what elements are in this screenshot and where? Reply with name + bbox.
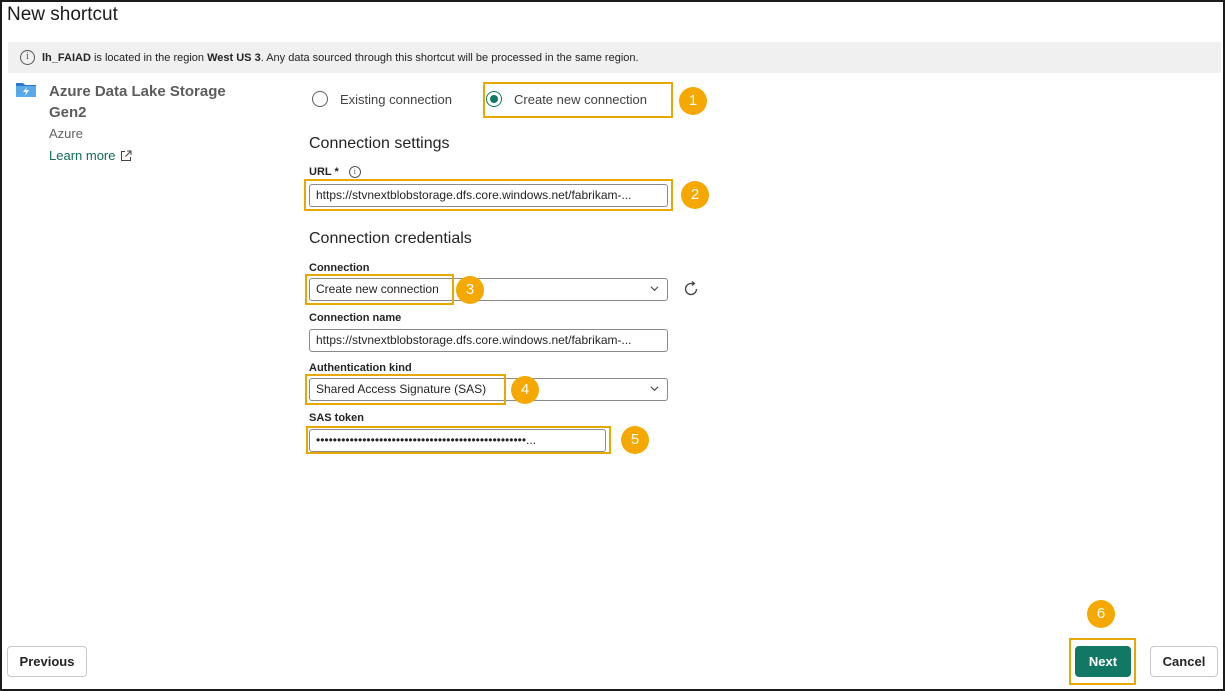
previous-button[interactable]: Previous: [7, 646, 87, 677]
region-info-banner: i lh_FAIAD is located in the region West…: [8, 42, 1221, 73]
dialog-title: New shortcut: [7, 4, 118, 25]
callout-badge-2: 2: [681, 181, 709, 209]
source-name: Azure Data Lake Storage Gen2: [49, 83, 226, 121]
learn-more-label: Learn more: [49, 148, 116, 163]
source-type: Azure: [49, 126, 83, 141]
existing-connection-label: Existing connection: [340, 91, 453, 107]
external-link-icon: [121, 150, 132, 161]
highlight-box-5: [306, 426, 611, 454]
chevron-down-icon: [650, 286, 659, 292]
refresh-icon[interactable]: [682, 280, 700, 298]
chevron-down-icon: [650, 386, 659, 392]
url-info-icon[interactable]: i: [348, 166, 361, 178]
highlight-box-1: [483, 82, 673, 118]
existing-connection-radio[interactable]: [312, 91, 328, 107]
url-label: URL * i: [309, 166, 361, 178]
sas-token-label: SAS token: [309, 412, 365, 424]
callout-badge-6: 6: [1087, 600, 1115, 628]
url-label-text: URL *: [309, 166, 339, 178]
banner-text-2: . Any data sourced through this shortcut…: [260, 51, 639, 64]
banner-text-1: is located in the region: [90, 51, 208, 64]
callout-badge-3: 3: [456, 276, 484, 304]
connection-name-label: Connection name: [309, 312, 402, 324]
highlight-box-2: [304, 179, 673, 211]
authentication-kind-label: Authentication kind: [309, 362, 412, 374]
connection-label: Connection: [309, 262, 370, 274]
highlight-box-3: [305, 274, 454, 305]
connection-name-input[interactable]: https://stvnextblobstorage.dfs.core.wind…: [309, 329, 668, 352]
highlight-box-4: [305, 374, 506, 405]
callout-badge-1: 1: [679, 87, 707, 115]
learn-more-link[interactable]: Learn more: [49, 148, 132, 163]
callout-badge-4: 4: [511, 376, 539, 404]
highlight-box-6: [1069, 638, 1136, 685]
banner-text: lh_FAIAD is located in the region West U…: [42, 52, 639, 64]
banner-lakehouse: lh_FAIAD: [42, 51, 91, 64]
callout-badge-5: 5: [621, 426, 649, 454]
banner-region: West US 3: [207, 51, 261, 64]
connection-settings-heading: Connection settings: [309, 135, 450, 152]
cancel-button[interactable]: Cancel: [1150, 646, 1218, 677]
info-icon: i: [20, 50, 35, 65]
adls-gen2-icon: [16, 83, 36, 97]
connection-credentials-heading: Connection credentials: [309, 230, 472, 247]
